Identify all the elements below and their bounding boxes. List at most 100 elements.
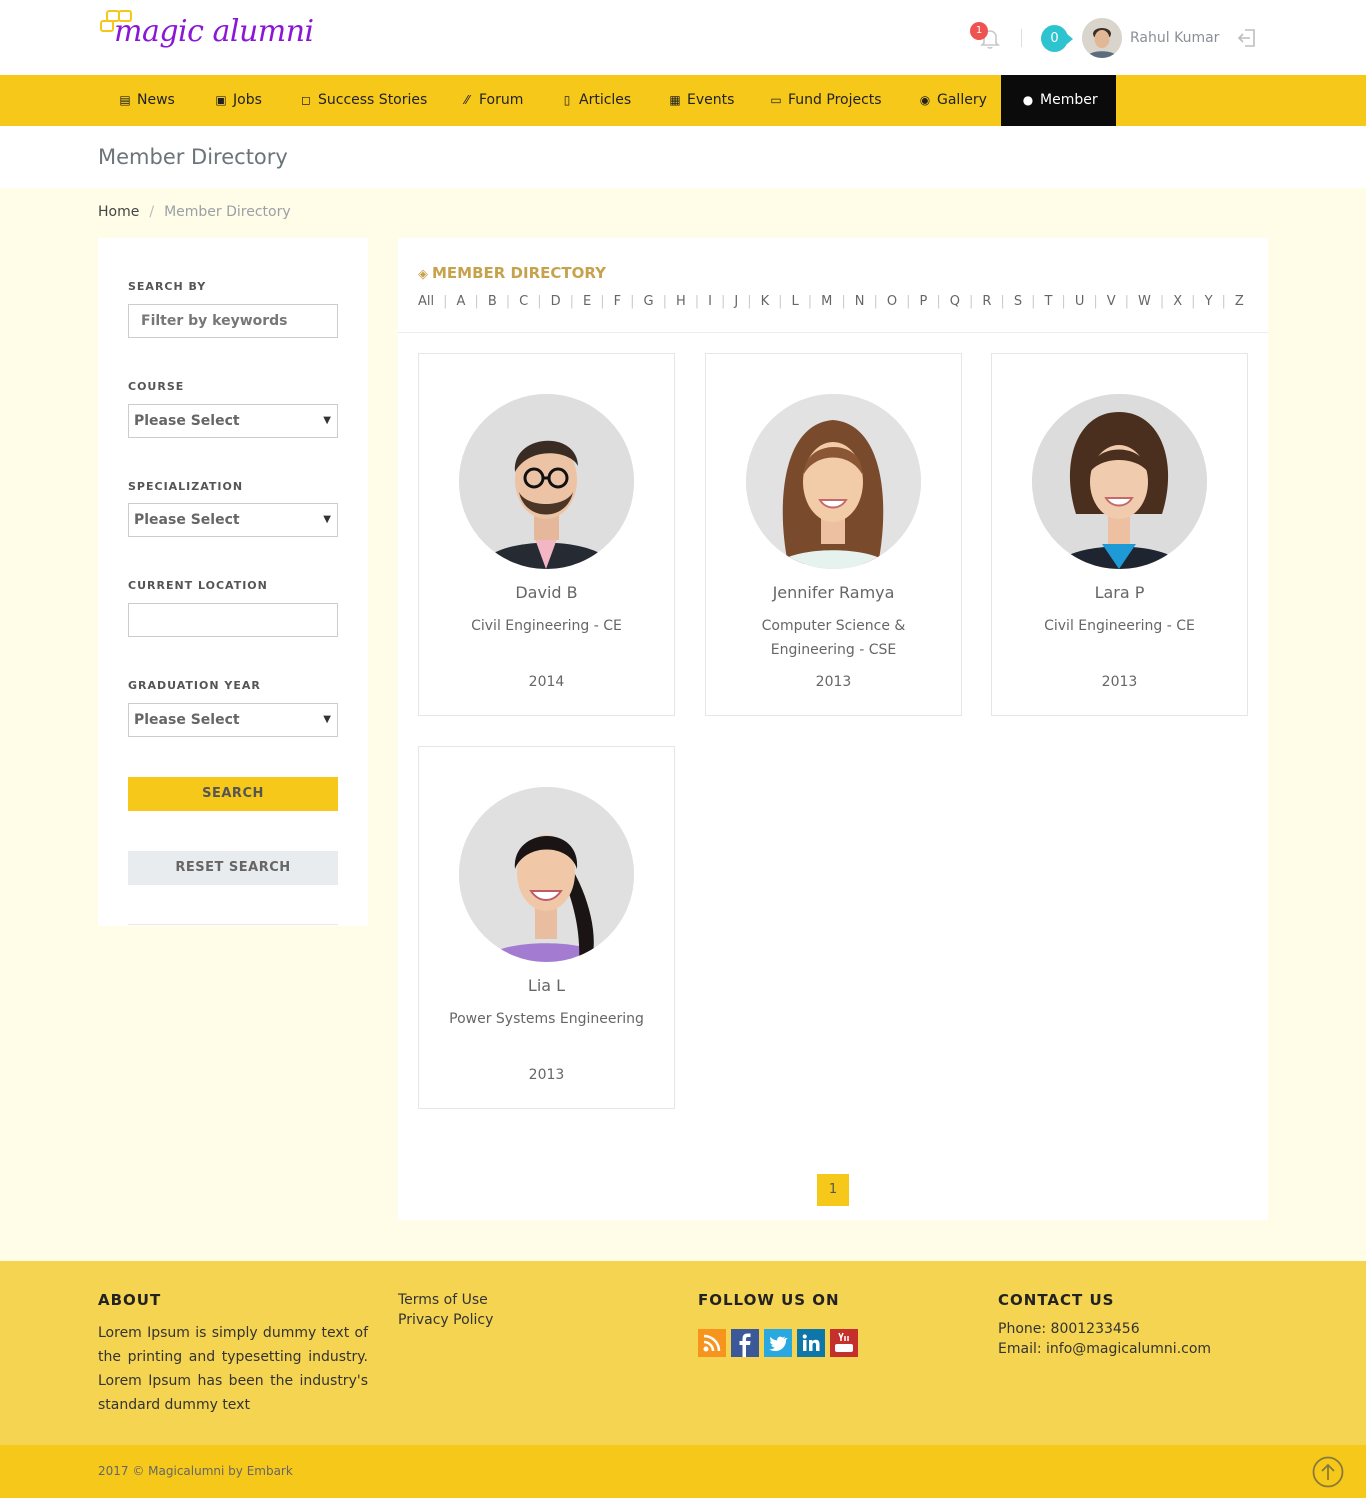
- logout-icon[interactable]: [1236, 27, 1258, 49]
- alphabet-letter[interactable]: Z: [1235, 294, 1244, 309]
- footer-contact-heading: CONTACT US: [998, 1291, 1115, 1309]
- terms-of-use-link[interactable]: Terms of Use: [398, 1292, 488, 1308]
- keyword-search-input[interactable]: Filter by keywords: [128, 304, 338, 338]
- nav-success-stories[interactable]: ◻ Success Stories: [279, 75, 440, 126]
- sidebar-divider: [128, 924, 338, 925]
- specialization-select[interactable]: Please Select ▼: [128, 503, 338, 537]
- alphabet-letter[interactable]: A: [457, 294, 466, 309]
- facebook-icon[interactable]: [731, 1329, 759, 1357]
- logo-hex-icon: [100, 20, 114, 32]
- alphabet-letter[interactable]: Y: [1205, 294, 1213, 309]
- alphabet-letter[interactable]: M: [821, 294, 832, 309]
- header-divider: [1021, 29, 1022, 47]
- breadcrumb: Home / Member Directory: [98, 204, 291, 220]
- search-button[interactable]: SEARCH: [128, 777, 338, 811]
- nav-fund-projects[interactable]: ▭ Fund Projects: [749, 75, 898, 126]
- alphabet-letter[interactable]: W: [1138, 294, 1151, 309]
- alphabet-letter[interactable]: S: [1014, 294, 1022, 309]
- alphabet-letter[interactable]: F: [614, 294, 621, 309]
- alphabet-letter[interactable]: V: [1107, 294, 1116, 309]
- briefcase-icon: ▣: [215, 93, 227, 107]
- member-card[interactable]: Jennifer Ramya Computer Science & Engine…: [705, 353, 962, 716]
- article-icon: ▯: [563, 93, 571, 107]
- alphabet-separator: |: [694, 294, 700, 309]
- pagination-page[interactable]: 1: [817, 1174, 849, 1206]
- user-name[interactable]: Rahul Kumar: [1130, 30, 1219, 46]
- user-avatar[interactable]: [1082, 18, 1122, 58]
- page-title: Member Directory: [98, 145, 288, 169]
- alphabet-letter[interactable]: H: [676, 294, 686, 309]
- member-name[interactable]: Jennifer Ramya: [706, 583, 961, 602]
- alphabet-separator: |: [443, 294, 448, 309]
- nav-news[interactable]: ▤ News: [98, 75, 194, 126]
- alphabet-separator: |: [873, 294, 878, 309]
- alphabet-separator: |: [841, 294, 846, 309]
- member-photo-image: [1032, 394, 1207, 569]
- alphabet-letter[interactable]: X: [1173, 294, 1182, 309]
- site-logo[interactable]: magic alumni: [98, 6, 314, 72]
- alphabet-letter[interactable]: All: [418, 294, 434, 309]
- alphabet-letter[interactable]: L: [792, 294, 799, 309]
- nav-articles[interactable]: ▯ Articles: [540, 75, 648, 126]
- alphabet-letter[interactable]: G: [643, 294, 653, 309]
- nav-events[interactable]: ▦ Events: [648, 75, 749, 126]
- money-icon: ▭: [770, 93, 782, 107]
- contact-email[interactable]: Email: info@magicalumni.com: [998, 1341, 1211, 1357]
- course-label: COURSE: [128, 380, 185, 393]
- scroll-to-top-icon[interactable]: [1312, 1456, 1344, 1488]
- member-department: Power Systems Engineering: [449, 1011, 644, 1027]
- alphabet-letter[interactable]: O: [887, 294, 897, 309]
- graduation-year-select[interactable]: Please Select ▼: [128, 703, 338, 737]
- member-name[interactable]: Lia L: [419, 976, 674, 995]
- alphabet-letter[interactable]: U: [1075, 294, 1085, 309]
- privacy-policy-link[interactable]: Privacy Policy: [398, 1312, 493, 1328]
- footer-about-text: Lorem Ipsum is simply dummy text of the …: [98, 1325, 368, 1413]
- rss-icon[interactable]: [698, 1329, 726, 1357]
- alphabet-letter[interactable]: P: [920, 294, 928, 309]
- alphabet-separator: |: [720, 294, 726, 309]
- alphabet-letter[interactable]: T: [1044, 294, 1052, 309]
- member-year: 2013: [1101, 674, 1138, 690]
- main-nav: ▤ News ▣ Jobs ◻ Success Stories ⁄⁄ Forum ▯ Ar…: [0, 75, 1366, 126]
- alphabet-letter[interactable]: I: [708, 294, 712, 309]
- member-year: 2014: [528, 674, 565, 690]
- course-select[interactable]: Please Select ▼: [128, 404, 338, 438]
- member-card[interactable]: Lia L Power Systems Engineering 2013: [418, 746, 675, 1109]
- member-card[interactable]: David B Civil Engineering - CE 2014: [418, 353, 675, 716]
- nav-member[interactable]: ● Member: [1001, 75, 1116, 126]
- location-label: CURRENT LOCATION: [128, 579, 268, 592]
- reset-search-button[interactable]: RESET SEARCH: [128, 851, 338, 885]
- location-input[interactable]: [128, 603, 338, 637]
- breadcrumb-current: Member Directory: [164, 204, 291, 220]
- alphabet-letter[interactable]: N: [855, 294, 865, 309]
- alphabet-letter[interactable]: E: [583, 294, 591, 309]
- alphabet-separator: |: [747, 294, 752, 309]
- alphabet-letter[interactable]: R: [982, 294, 991, 309]
- alphabet-letter[interactable]: D: [551, 294, 561, 309]
- chevron-down-icon: ▼: [323, 415, 331, 426]
- breadcrumb-home[interactable]: Home: [98, 204, 139, 220]
- youtube-icon[interactable]: [830, 1329, 858, 1357]
- nav-gallery[interactable]: ◉ Gallery: [898, 75, 1001, 126]
- linkedin-icon[interactable]: [797, 1329, 825, 1357]
- newspaper-icon: ▤: [119, 93, 131, 107]
- alphabet-letter[interactable]: J: [734, 294, 738, 309]
- alphabet-separator: |: [569, 294, 574, 309]
- member-name[interactable]: Lara P: [992, 583, 1247, 602]
- layers-icon: ◈: [418, 267, 428, 282]
- alphabet-separator: |: [807, 294, 813, 309]
- alphabet-letter[interactable]: C: [519, 294, 528, 309]
- nav-forum[interactable]: ⁄⁄ Forum: [440, 75, 540, 126]
- directory-divider: [398, 332, 1268, 333]
- contact-phone: Phone: 8001233456: [998, 1321, 1140, 1337]
- member-card[interactable]: Lara P Civil Engineering - CE 2013: [991, 353, 1248, 716]
- breadcrumb-separator: /: [149, 204, 155, 220]
- message-count-badge[interactable]: 0: [1041, 25, 1073, 52]
- alphabet-letter[interactable]: Q: [950, 294, 960, 309]
- alphabet-letter[interactable]: B: [488, 294, 497, 309]
- user-icon: ●: [1022, 93, 1034, 107]
- member-name[interactable]: David B: [419, 583, 674, 602]
- nav-jobs[interactable]: ▣ Jobs: [194, 75, 279, 126]
- twitter-icon[interactable]: [764, 1329, 792, 1357]
- alphabet-letter[interactable]: K: [761, 294, 770, 309]
